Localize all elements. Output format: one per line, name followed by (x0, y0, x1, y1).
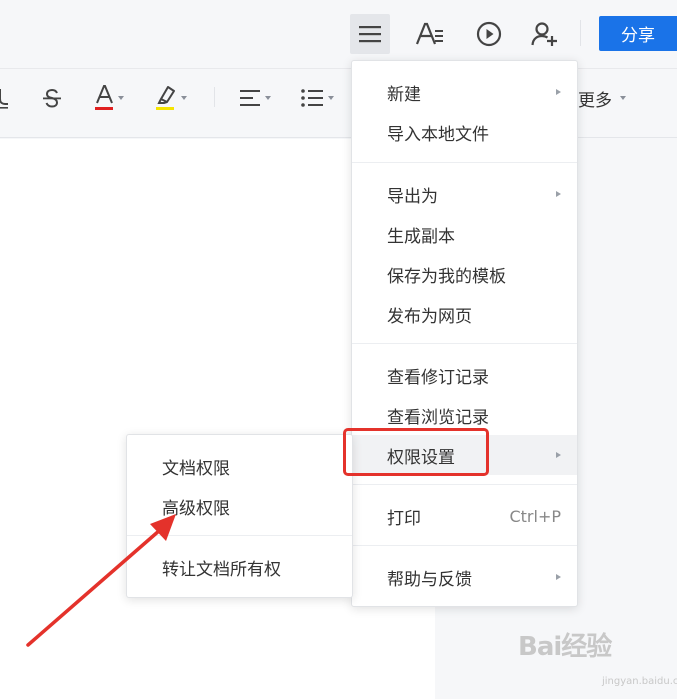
menu-item-label: 查看修订记录 (387, 367, 489, 388)
menu-item-label: 高级权限 (162, 498, 230, 519)
menu-divider (352, 162, 577, 163)
text-style-icon[interactable] (410, 14, 450, 54)
menu-item-export[interactable]: 导出为 (352, 174, 577, 214)
menu-item-label: 权限设置 (387, 447, 455, 468)
menu-item-label: 查看浏览记录 (387, 407, 489, 428)
menu-item-label: 发布为网页 (387, 306, 472, 327)
menu-hamburger-icon[interactable] (350, 14, 390, 54)
submenu-item-doc-permissions[interactable]: 文档权限 (127, 446, 352, 486)
watermark-url: jingyan.baidu.com (602, 676, 677, 687)
menu-item-import[interactable]: 导入本地文件 (352, 112, 577, 152)
menu-item-view-history[interactable]: 查看浏览记录 (352, 395, 577, 435)
more-label: 更多 (578, 90, 612, 111)
menu-item-label: 保存为我的模板 (387, 266, 506, 287)
menu-item-label: 新建 (387, 84, 421, 105)
font-color-button[interactable] (94, 83, 124, 113)
highlight-color-button[interactable] (155, 83, 187, 113)
submenu-item-advanced-permissions[interactable]: 高级权限 (127, 486, 352, 526)
menu-item-label: 导出为 (387, 186, 438, 207)
menu-divider (352, 484, 577, 485)
menu-divider (352, 343, 577, 344)
menu-item-save-template[interactable]: 保存为我的模板 (352, 254, 577, 294)
present-play-icon[interactable] (469, 14, 509, 54)
shortcut-label: Ctrl+P (509, 506, 561, 526)
menu-item-label: 帮助与反馈 (387, 569, 472, 590)
divider (580, 20, 581, 46)
menu-item-revision-history[interactable]: 查看修订记录 (352, 355, 577, 395)
list-button[interactable] (300, 83, 334, 113)
divider (214, 87, 215, 107)
menu-divider (352, 545, 577, 546)
menu-item-copy[interactable]: 生成副本 (352, 214, 577, 254)
chevron-right-icon (556, 191, 561, 197)
more-button[interactable]: 更多 (578, 83, 626, 113)
menu-item-publish-web[interactable]: 发布为网页 (352, 294, 577, 334)
submenu-item-transfer-ownership[interactable]: 转让文档所有权 (127, 547, 352, 587)
menu-item-print[interactable]: 打印 Ctrl+P (352, 496, 577, 536)
menu-item-label: 生成副本 (387, 226, 455, 247)
menu-item-label: 转让文档所有权 (162, 559, 281, 580)
share-button[interactable]: 分享 (599, 16, 677, 51)
chevron-right-icon (556, 89, 561, 95)
top-bar: 分享 (0, 0, 677, 68)
menu-item-permissions[interactable]: 权限设置 (352, 435, 577, 475)
chevron-right-icon (556, 452, 561, 458)
file-menu: 新建 导入本地文件 导出为 生成副本 保存为我的模板 发布为网页 查看修订记录 … (351, 60, 578, 607)
menu-item-label: 打印 (387, 508, 421, 529)
menu-item-new[interactable]: 新建 (352, 72, 577, 112)
menu-item-label: 导入本地文件 (387, 124, 489, 145)
menu-item-help[interactable]: 帮助与反馈 (352, 557, 577, 597)
menu-item-label: 文档权限 (162, 458, 230, 479)
add-collaborator-icon[interactable] (525, 14, 565, 54)
chevron-right-icon (556, 574, 561, 580)
align-button[interactable] (239, 83, 271, 113)
watermark-logo: Bai经验 (518, 632, 612, 662)
menu-divider (127, 535, 352, 536)
underline-button[interactable] (0, 83, 10, 113)
permissions-submenu: 文档权限 高级权限 转让文档所有权 (126, 434, 353, 598)
strikethrough-button[interactable] (42, 83, 62, 113)
